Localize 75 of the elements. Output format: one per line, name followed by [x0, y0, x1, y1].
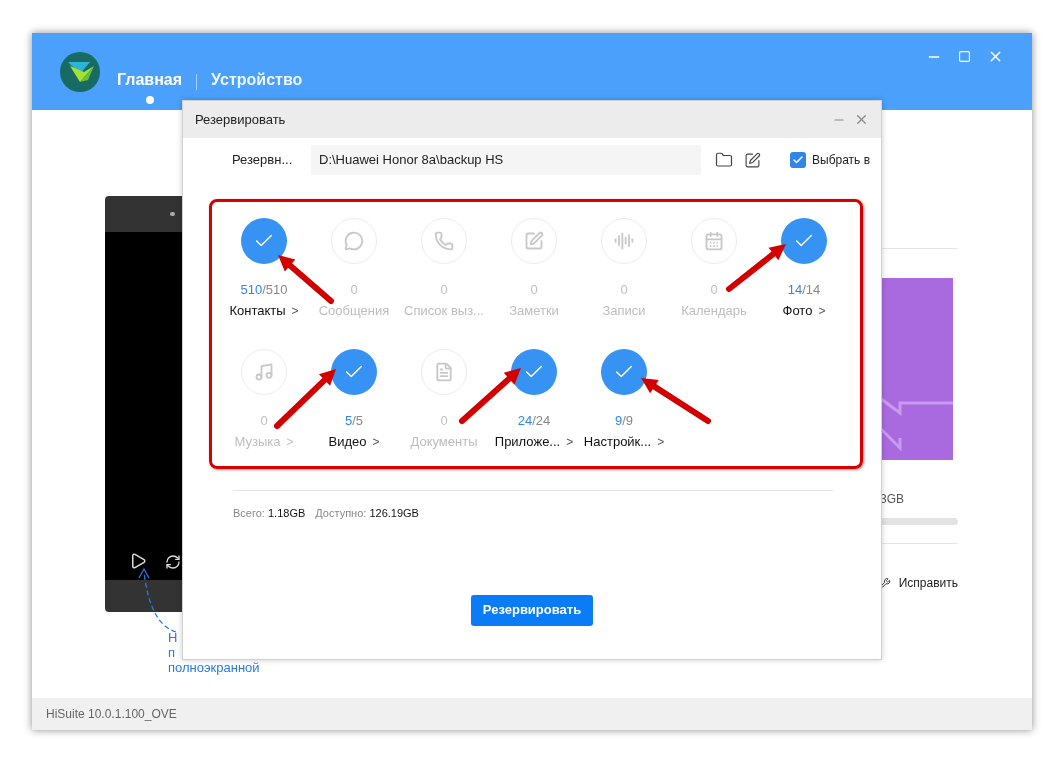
item-count: 0 — [440, 413, 448, 429]
version-text: HiSuite 10.0.1.100_OVE — [46, 706, 177, 723]
summary-text: Доступно: 126.19GB — [315, 506, 419, 521]
message-icon — [344, 231, 364, 251]
repair-link[interactable]: Исправить — [898, 574, 958, 592]
item-count: 0 — [440, 282, 448, 298]
refresh-icon[interactable] — [165, 554, 181, 570]
category-toggle[interactable] — [601, 218, 647, 264]
calendar-icon — [704, 231, 724, 251]
edit-icon — [524, 231, 544, 251]
wrench-icon — [880, 577, 891, 589]
sensor-icon — [170, 212, 175, 216]
maximize-icon[interactable] — [958, 50, 971, 63]
category-toggle[interactable] — [511, 349, 557, 395]
item-label: Документы — [410, 434, 478, 450]
backup-button[interactable]: Резервировать — [470, 594, 594, 626]
category-toggle[interactable] — [781, 218, 827, 264]
path-field[interactable]: D:\Huawei Honor 8a\backup HS — [311, 145, 701, 175]
item-count: 9/9 — [614, 413, 634, 429]
audio-icon — [614, 231, 634, 251]
hint-text: п — [168, 645, 176, 660]
category-toggle[interactable] — [331, 218, 377, 264]
category-toggle[interactable] — [421, 218, 467, 264]
annotation-arrow — [274, 369, 336, 429]
music-icon — [254, 362, 274, 382]
category-toggle[interactable] — [601, 349, 647, 395]
details-link[interactable]: > — [291, 303, 299, 319]
category-toggle[interactable] — [511, 218, 557, 264]
item-label: Контакты — [229, 303, 286, 319]
item-label: Сообщения — [318, 303, 390, 319]
hint-text: полноэкранной — [168, 660, 260, 675]
logo-icon — [60, 52, 100, 92]
category-toggle[interactable] — [241, 349, 287, 395]
details-link[interactable]: > — [657, 434, 665, 450]
item-count: 5/5 — [344, 413, 364, 429]
item-count: 0 — [710, 282, 718, 298]
item-label: Видео — [328, 434, 367, 450]
item-count: 0 — [530, 282, 538, 298]
storage-text: 3GB — [880, 491, 905, 508]
folder-icon[interactable] — [715, 151, 733, 169]
category-toggle[interactable] — [241, 218, 287, 264]
phone-icon — [434, 231, 454, 251]
path-label: Резервн... — [232, 151, 294, 170]
close-icon[interactable] — [854, 112, 869, 127]
dialog-title: Резервировать — [195, 110, 286, 129]
item-count: 14/14 — [787, 282, 821, 298]
item-count: 0 — [620, 282, 628, 298]
item-label: Заметки — [509, 303, 559, 319]
details-link[interactable]: > — [566, 434, 574, 450]
item-label: Записи — [602, 303, 646, 319]
details-link[interactable]: > — [372, 434, 380, 450]
item-count: 0 — [260, 413, 268, 429]
item-count: 510/510 — [240, 282, 288, 298]
category-toggle[interactable] — [691, 218, 737, 264]
annotation-arrow — [641, 378, 711, 424]
summary-text: Всего: 1.18GB — [233, 506, 306, 521]
item-count: 0 — [350, 282, 358, 298]
play-icon[interactable] — [129, 552, 147, 570]
category-toggle[interactable] — [331, 349, 377, 395]
item-label: Настройк... — [583, 434, 652, 450]
document-icon — [434, 362, 454, 382]
item-label: Музыка — [234, 434, 281, 450]
hint-text: Н — [168, 630, 178, 645]
select-all-checkbox[interactable] — [790, 152, 806, 168]
item-label: Список выз... — [404, 303, 484, 319]
item-label: Приложе... — [494, 434, 561, 450]
annotation-arrow — [726, 244, 786, 292]
check-icon — [792, 154, 804, 166]
category-toggle[interactable] — [421, 349, 467, 395]
edit-icon[interactable] — [744, 151, 761, 169]
select-all-label: Выбрать в — [812, 152, 871, 169]
item-count: 24/24 — [517, 413, 551, 429]
item-label: Календарь — [681, 303, 747, 319]
details-link[interactable]: > — [818, 303, 826, 319]
item-label: Фото — [782, 303, 813, 319]
